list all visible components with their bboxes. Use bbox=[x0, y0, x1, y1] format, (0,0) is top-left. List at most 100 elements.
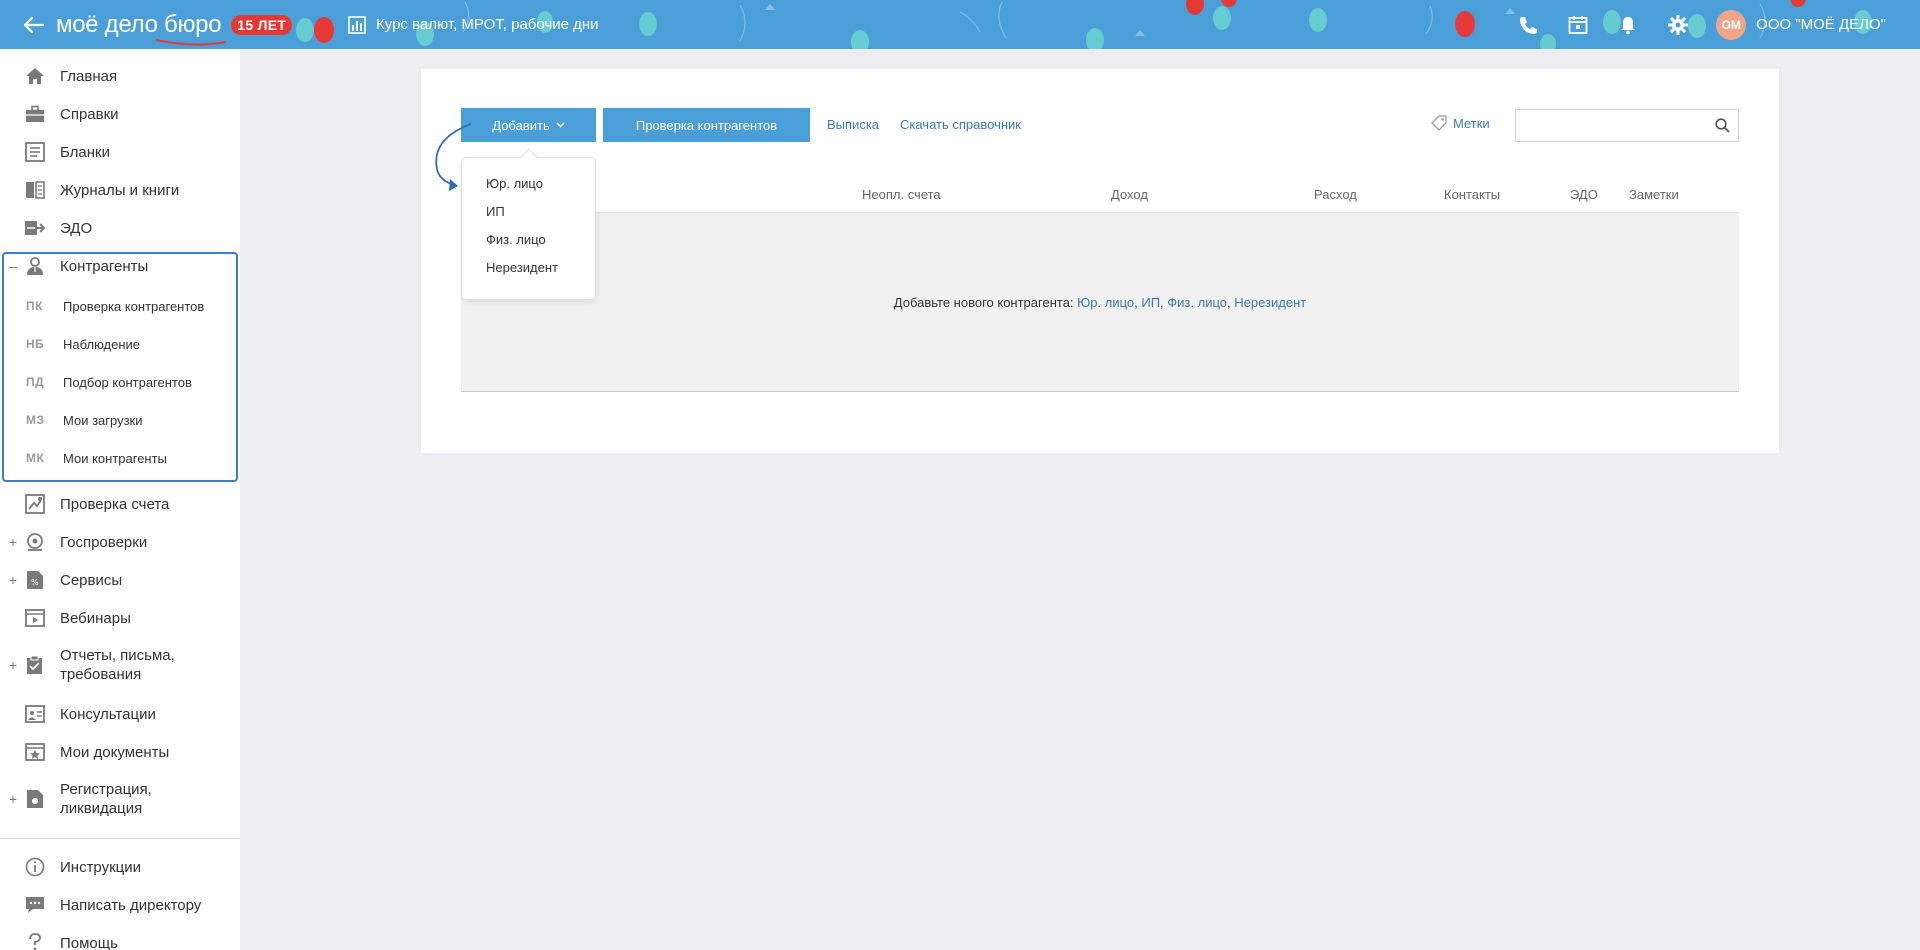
sidebar-item-label: Консультации bbox=[60, 705, 156, 723]
subitem-abbr: НБ bbox=[26, 337, 45, 351]
webinar-icon bbox=[24, 607, 46, 629]
sidebar-item-label: Отчеты, письма, требования bbox=[60, 647, 175, 683]
phone-icon[interactable] bbox=[1516, 13, 1540, 37]
column-header-notes[interactable]: Заметки bbox=[1629, 187, 1679, 202]
dropdown-item-individual[interactable]: Физ. лицо bbox=[486, 232, 546, 247]
search-icon[interactable] bbox=[1715, 118, 1730, 133]
expand-toggle[interactable]: + bbox=[8, 791, 18, 807]
sidebar-item-account-check[interactable]: Проверка счета bbox=[0, 493, 240, 515]
subitem-abbr: ПК bbox=[26, 299, 43, 313]
sidebar-item-reports[interactable]: + Отчеты, письма, требования bbox=[0, 645, 240, 685]
statement-link[interactable]: Выписка bbox=[827, 117, 879, 132]
sidebar-item-label: Госпроверки bbox=[60, 533, 148, 551]
sidebar-item-services[interactable]: + % Сервисы bbox=[0, 569, 240, 591]
download-directory-link[interactable]: Скачать справочник bbox=[900, 117, 1021, 132]
sidebar-item-home[interactable]: Главная bbox=[0, 65, 240, 87]
sidebar-item-edo[interactable]: ЭДО bbox=[0, 217, 240, 239]
dropdown-item-nonresident[interactable]: Нерезидент bbox=[486, 260, 558, 275]
subitem-label: Мои контрагенты bbox=[63, 450, 167, 466]
sidebar-item-label: Проверка счета bbox=[60, 495, 170, 513]
subitem-abbr: МК bbox=[26, 451, 45, 465]
sidebar-subitem-monitoring[interactable]: НБ Наблюдение bbox=[0, 329, 240, 359]
gear-icon[interactable] bbox=[1666, 13, 1690, 37]
contractors-table-empty: Добавьте нового контрагента: Юр. лицо, И… bbox=[461, 212, 1739, 392]
account-check-icon bbox=[24, 493, 46, 515]
empty-link-legal-entity[interactable]: Юр. лицо bbox=[1077, 295, 1134, 310]
logo-swoosh-icon bbox=[155, 38, 226, 46]
column-header-expense[interactable]: Расход bbox=[1314, 187, 1357, 202]
help-icon bbox=[24, 932, 46, 950]
add-button[interactable]: Добавить bbox=[461, 108, 596, 142]
dropdown-item-ip[interactable]: ИП bbox=[486, 204, 505, 219]
tags-label: Метки bbox=[1453, 115, 1490, 131]
sidebar-item-label: Главная bbox=[60, 67, 118, 85]
calendar-icon[interactable] bbox=[1566, 13, 1590, 37]
logo-text: моё дело бюро bbox=[56, 10, 222, 38]
column-header-contacts[interactable]: Контакты bbox=[1444, 187, 1500, 202]
sidebar-subitem-my-uploads[interactable]: МЗ Мои загрузки bbox=[0, 405, 240, 435]
rates-link[interactable]: Курс валют, МРОТ, рабочие дни bbox=[348, 0, 599, 49]
sidebar: Главная Справки Бланки Журналы и книги Э… bbox=[0, 49, 240, 950]
sidebar-item-my-documents[interactable]: Мои документы bbox=[0, 741, 240, 763]
search-input[interactable] bbox=[1516, 110, 1706, 141]
collapse-toggle[interactable]: – bbox=[8, 258, 18, 274]
empty-link-individual[interactable]: Физ. лицо bbox=[1167, 295, 1227, 310]
chart-icon bbox=[348, 15, 366, 34]
reports-icon bbox=[24, 654, 46, 676]
sidebar-item-help[interactable]: Помощь bbox=[0, 932, 240, 950]
column-header-edo[interactable]: ЭДО bbox=[1570, 187, 1598, 202]
sidebar-subitem-selection[interactable]: ПД Подбор контрагентов bbox=[0, 367, 240, 397]
sidebar-item-inspections[interactable]: + Госпроверки bbox=[0, 531, 240, 553]
sidebar-item-forms[interactable]: Бланки bbox=[0, 141, 240, 163]
svg-text:%: % bbox=[31, 578, 39, 587]
empty-link-nonresident[interactable]: Нерезидент bbox=[1234, 295, 1306, 310]
empty-link-ip[interactable]: ИП bbox=[1141, 295, 1160, 310]
sidebar-item-write-director[interactable]: Написать директору bbox=[0, 894, 240, 916]
anniversary-badge: 15 ЛЕТ bbox=[231, 14, 293, 35]
chevron-down-icon bbox=[556, 122, 565, 128]
sidebar-item-contractors[interactable]: – Контрагенты bbox=[0, 255, 240, 277]
company-name[interactable]: ООО "МОЁ ДЕЛО" bbox=[1756, 16, 1886, 33]
logo[interactable]: моё дело бюро bbox=[56, 10, 226, 46]
column-header-unpaid[interactable]: Неопл. счета bbox=[862, 187, 941, 202]
subitem-label: Мои загрузки bbox=[63, 412, 143, 428]
add-button-label: Добавить bbox=[492, 117, 550, 133]
expand-toggle[interactable]: + bbox=[8, 657, 18, 673]
contractors-card: Добавить Проверка контрагентов Выписка С… bbox=[421, 69, 1779, 453]
edo-icon bbox=[24, 217, 46, 239]
consult-icon bbox=[24, 703, 46, 725]
top-header: моё дело бюро 15 ЛЕТ Курс валют, МРОТ, р… bbox=[0, 0, 1920, 49]
sidebar-item-label: Вебинары bbox=[60, 609, 131, 627]
sidebar-item-consultations[interactable]: Консультации bbox=[0, 703, 240, 725]
column-header-income[interactable]: Доход bbox=[1111, 187, 1148, 202]
sidebar-item-label: Инструкции bbox=[60, 858, 142, 876]
sidebar-divider bbox=[0, 838, 240, 839]
sidebar-item-webinars[interactable]: Вебинары bbox=[0, 607, 240, 629]
bell-icon[interactable] bbox=[1616, 13, 1640, 37]
sidebar-item-label: Регистрация, ликвидация bbox=[60, 781, 152, 817]
sidebar-item-label: Мои документы bbox=[60, 743, 170, 761]
sidebar-item-registration[interactable]: + Регистрация, ликвидация bbox=[0, 779, 240, 819]
avatar[interactable]: ОМ bbox=[1716, 9, 1747, 40]
info-icon bbox=[24, 856, 46, 878]
sidebar-subitem-check-contractors[interactable]: ПК Проверка контрагентов bbox=[0, 291, 240, 321]
check-contractors-button[interactable]: Проверка контрагентов bbox=[603, 108, 810, 142]
expand-toggle[interactable]: + bbox=[8, 572, 18, 588]
add-dropdown-menu: Юр. лицо ИП Физ. лицо Нерезидент bbox=[461, 148, 596, 300]
sidebar-item-label: Бланки bbox=[60, 143, 110, 161]
sidebar-item-journals[interactable]: Журналы и книги bbox=[0, 179, 240, 201]
sidebar-item-certificates[interactable]: Справки bbox=[0, 103, 240, 125]
sidebar-item-instructions[interactable]: Инструкции bbox=[0, 856, 240, 878]
sidebar-subitem-my-contractors[interactable]: МК Мои контрагенты bbox=[0, 443, 240, 473]
rates-link-label: Курс валют, МРОТ, рабочие дни bbox=[376, 16, 599, 33]
message-icon bbox=[24, 894, 46, 916]
services-icon: % bbox=[24, 569, 46, 591]
tags-button[interactable]: Метки bbox=[1431, 115, 1490, 131]
sidebar-item-label: Написать директору bbox=[60, 896, 202, 914]
subitem-label: Наблюдение bbox=[63, 336, 141, 352]
dropdown-item-legal-entity[interactable]: Юр. лицо bbox=[486, 176, 543, 191]
expand-toggle[interactable]: + bbox=[8, 534, 18, 550]
journal-icon bbox=[24, 179, 46, 201]
subitem-abbr: ПД bbox=[26, 375, 45, 389]
back-arrow-icon[interactable] bbox=[20, 12, 46, 38]
